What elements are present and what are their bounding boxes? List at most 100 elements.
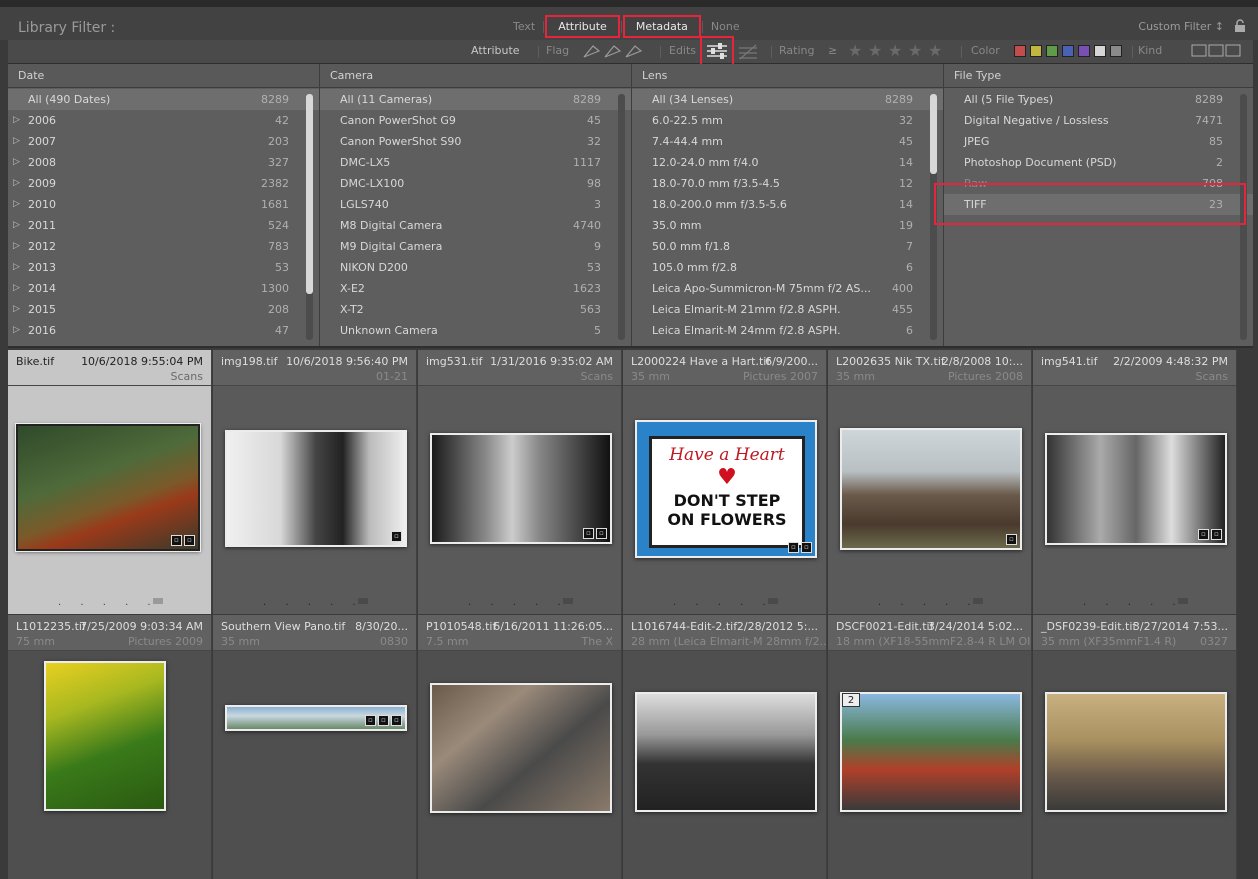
grid-cell[interactable]: Southern View Pano.tif 8/30/20... 35 mm 083… bbox=[213, 615, 417, 879]
color-label-icon[interactable] bbox=[358, 598, 368, 604]
scrollbar[interactable] bbox=[618, 94, 625, 340]
photo-thumbnail[interactable] bbox=[1045, 692, 1227, 812]
column-header[interactable]: Date bbox=[8, 64, 319, 88]
grid-cell[interactable]: L2002635 Nik TX.tif 2/8/2008 10:... 35 mm P… bbox=[828, 350, 1032, 614]
grid-cell[interactable]: P1010548.tif 6/16/2011 11:26:05... 7.5 mm T… bbox=[418, 615, 622, 879]
unedited-filter-icon[interactable] bbox=[737, 43, 759, 61]
list-item[interactable]: JPEG 85 bbox=[944, 131, 1253, 152]
color-swatch-purple[interactable] bbox=[1078, 45, 1090, 57]
color-label-icon[interactable] bbox=[563, 598, 573, 604]
list-item[interactable]: 50.0 mm f/1.8 7 bbox=[632, 236, 943, 257]
expand-icon[interactable]: ▷ bbox=[13, 173, 20, 194]
list-item[interactable]: 18.0-200.0 mm f/3.5-5.6 14 bbox=[632, 194, 943, 215]
color-swatch-none[interactable] bbox=[1110, 45, 1122, 57]
list-item[interactable]: All (5 File Types) 8289 bbox=[944, 89, 1253, 110]
list-item[interactable]: ▷ 2015 208 bbox=[8, 299, 319, 320]
tab-text[interactable]: Text bbox=[505, 20, 543, 33]
rating-dots[interactable]: . . . . . bbox=[468, 597, 569, 608]
color-swatch-red[interactable] bbox=[1014, 45, 1026, 57]
expand-icon[interactable]: ▷ bbox=[13, 278, 20, 299]
list-item[interactable]: ▷ 2008 327 bbox=[8, 152, 319, 173]
tab-none[interactable]: None bbox=[703, 20, 748, 33]
list-item[interactable]: X-T2 563 bbox=[320, 299, 631, 320]
list-item[interactable]: Leica Elmarit-M 21mm f/2.8 ASPH. 455 bbox=[632, 299, 943, 320]
list-item[interactable]: Digital Negative / Lossless 7471 bbox=[944, 110, 1253, 131]
photo-thumbnail[interactable]: ▫ bbox=[225, 430, 407, 547]
color-label-icon[interactable] bbox=[1178, 598, 1188, 604]
list-item[interactable]: 18.0-70.0 mm f/3.5-4.5 12 bbox=[632, 173, 943, 194]
list-item[interactable]: ▷ 2012 783 bbox=[8, 236, 319, 257]
list-item[interactable]: M8 Digital Camera 4740 bbox=[320, 215, 631, 236]
grid-cell[interactable]: img531.tif 1/31/2016 9:35:02 AM Scans ▫ ▫ . .… bbox=[418, 350, 622, 614]
list-item[interactable]: Leica Apo-Summicron-M 75mm f/2 AS... 400 bbox=[632, 278, 943, 299]
grid-cell[interactable]: L1012235.tif 7/25/2009 9:03:34 AM 75 mm Pic… bbox=[8, 615, 212, 879]
list-item[interactable]: ▷ 2016 47 bbox=[8, 320, 319, 341]
kind-icons[interactable] bbox=[1191, 44, 1243, 58]
lock-icon[interactable] bbox=[1234, 19, 1246, 33]
rating-dots[interactable]: . . . . . bbox=[673, 597, 774, 608]
grid-cell[interactable]: L1016744-Edit-2.tif 2/28/2012 5:... 28 mm … bbox=[623, 615, 827, 879]
color-swatch-yellow[interactable] bbox=[1030, 45, 1042, 57]
list-item[interactable]: NIKON D200 53 bbox=[320, 257, 631, 278]
list-item[interactable]: ▷ 2007 203 bbox=[8, 131, 319, 152]
tab-attribute[interactable]: Attribute bbox=[545, 15, 620, 38]
expand-icon[interactable]: ▷ bbox=[13, 320, 20, 341]
expand-icon[interactable]: ▷ bbox=[13, 299, 20, 320]
list-item[interactable]: 12.0-24.0 mm f/4.0 14 bbox=[632, 152, 943, 173]
photo-thumbnail[interactable]: ▫ bbox=[840, 428, 1022, 550]
star-icon[interactable]: ★ bbox=[928, 41, 942, 60]
color-label-icon[interactable] bbox=[973, 598, 983, 604]
grid-cell[interactable]: L2000224 Have a Hart.tif 6/9/200... 35 mm P… bbox=[623, 350, 827, 614]
list-item[interactable]: 105.0 mm f/2.8 6 bbox=[632, 257, 943, 278]
color-label-icon[interactable] bbox=[768, 598, 778, 604]
photo-thumbnail[interactable]: Have a Heart ♥ DON'T STEP ON FLOWERS ▫ ▫ bbox=[635, 420, 817, 558]
list-item[interactable]: 35.0 mm 19 bbox=[632, 215, 943, 236]
expand-icon[interactable]: ▷ bbox=[13, 215, 20, 236]
custom-filter-dropdown[interactable]: Custom Filter ↕ bbox=[1138, 20, 1224, 33]
photo-thumbnail[interactable] bbox=[635, 692, 817, 812]
grid-cell[interactable]: img541.tif 2/2/2009 4:48:32 PM Scans ▫ ▫ . . … bbox=[1033, 350, 1237, 614]
star-icon[interactable]: ★ bbox=[908, 41, 922, 60]
list-item[interactable]: All (11 Cameras) 8289 bbox=[320, 89, 631, 110]
photo-thumbnail[interactable] bbox=[430, 683, 612, 813]
expand-icon[interactable]: ▷ bbox=[13, 152, 20, 173]
list-item[interactable]: 6.0-22.5 mm 32 bbox=[632, 110, 943, 131]
list-item[interactable]: ▷ 2006 42 bbox=[8, 110, 319, 131]
rating-dots[interactable]: . . . . . bbox=[263, 597, 364, 608]
grid-cell[interactable]: _DSF0239-Edit.tif 3/27/2014 7:53... 35 mm … bbox=[1033, 615, 1237, 879]
edited-filter-icon[interactable] bbox=[700, 36, 734, 66]
expand-icon[interactable]: ▷ bbox=[13, 236, 20, 257]
color-swatch-blue[interactable] bbox=[1062, 45, 1074, 57]
photo-thumbnail[interactable] bbox=[840, 692, 1022, 812]
star-icon[interactable]: ★ bbox=[848, 41, 862, 60]
flag-icons[interactable] bbox=[581, 43, 645, 61]
column-header[interactable]: Camera bbox=[320, 64, 631, 88]
list-item[interactable]: Leica Elmarit-M 24mm f/2.8 ASPH. 6 bbox=[632, 320, 943, 341]
grid-cell[interactable]: DSCF0021-Edit.tif 3/24/2014 5:02... 18 mm … bbox=[828, 615, 1032, 879]
photo-thumbnail[interactable]: ▫ ▫ ▫ bbox=[225, 705, 407, 731]
list-item[interactable]: Canon PowerShot S90 32 bbox=[320, 131, 631, 152]
photo-thumbnail[interactable]: ▫ ▫ bbox=[15, 423, 201, 552]
tab-metadata[interactable]: Metadata bbox=[622, 15, 701, 38]
rating-dots[interactable]: . . . . . bbox=[878, 597, 979, 608]
list-item[interactable]: Photoshop Document (PSD) 2 bbox=[944, 152, 1253, 173]
stack-count-badge[interactable]: 2 bbox=[842, 693, 860, 707]
list-item[interactable]: ▷ 2010 1681 bbox=[8, 194, 319, 215]
list-item[interactable]: Unknown Camera 5 bbox=[320, 320, 631, 341]
expand-icon[interactable]: ▷ bbox=[13, 194, 20, 215]
column-header[interactable]: Lens bbox=[632, 64, 943, 88]
rating-dots[interactable]: . . . . . bbox=[1083, 597, 1184, 608]
list-item[interactable]: ▷ 2011 524 bbox=[8, 215, 319, 236]
photo-thumbnail[interactable]: ▫ ▫ bbox=[430, 433, 612, 544]
star-icon[interactable]: ★ bbox=[888, 41, 902, 60]
list-item[interactable]: Canon PowerShot G9 45 bbox=[320, 110, 631, 131]
list-item[interactable]: ▷ 2009 2382 bbox=[8, 173, 319, 194]
photo-thumbnail[interactable] bbox=[44, 661, 166, 811]
list-item[interactable]: DMC-LX5 1117 bbox=[320, 152, 631, 173]
list-item[interactable]: LGLS740 3 bbox=[320, 194, 631, 215]
rating-dots[interactable]: . . . . . bbox=[58, 597, 159, 608]
grid-cell[interactable]: img198.tif 10/6/2018 9:56:40 PM 01-21 ▫ . . … bbox=[213, 350, 417, 614]
list-item[interactable]: M9 Digital Camera 9 bbox=[320, 236, 631, 257]
color-swatch-custom[interactable] bbox=[1094, 45, 1106, 57]
star-icon[interactable]: ★ bbox=[868, 41, 882, 60]
